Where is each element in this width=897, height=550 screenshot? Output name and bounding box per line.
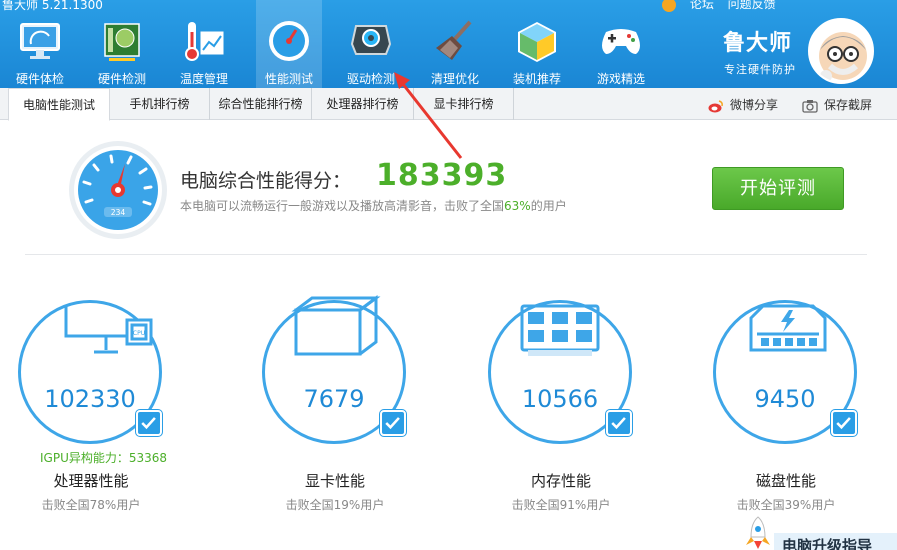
tab-pc-performance[interactable]: 电脑性能测试 bbox=[8, 88, 110, 121]
thermometer-icon bbox=[185, 22, 224, 61]
start-test-button[interactable]: 开始评测 bbox=[712, 167, 844, 210]
cpu-score: 102330 bbox=[44, 385, 136, 413]
brand-slogan: 专注硬件防护 bbox=[724, 63, 796, 76]
cpu-performance-card[interactable]: CPU 102330 处理器性能 击败全国78%用户 bbox=[0, 290, 186, 520]
memory-chip-icon bbox=[520, 304, 600, 356]
nav-temperature[interactable]: 温度管理 bbox=[164, 0, 244, 88]
disk-performance-card[interactable]: 9450 磁盘性能 击败全国39%用户 bbox=[691, 290, 881, 520]
gpu-desc: 击败全国19%用户 bbox=[285, 498, 385, 512]
upgrade-guide-label[interactable]: 电脑升级指导 bbox=[782, 535, 872, 550]
save-screenshot-button[interactable]: 保存截屏 bbox=[802, 96, 872, 113]
tab-phone-ranking[interactable]: 手机排行榜 bbox=[110, 88, 210, 120]
nav-hardware-checkup[interactable]: 硬件体检 bbox=[0, 0, 80, 88]
nav-label: 性能测试 bbox=[264, 72, 313, 86]
nav-build-recommend[interactable]: 装机推荐 bbox=[500, 0, 574, 88]
memory-desc: 击败全国91%用户 bbox=[511, 498, 611, 512]
brand-name: 鲁大师 bbox=[723, 31, 793, 56]
score-description: 本电脑可以流畅运行一般游戏以及播放高清影音，击败了全国63%的用户 bbox=[180, 197, 567, 214]
nav-clean-optimize[interactable]: 清理优化 bbox=[418, 0, 492, 88]
monitor-icon bbox=[20, 23, 60, 59]
save-screenshot-label: 保存截屏 bbox=[824, 98, 873, 112]
nav-hardware-detect[interactable]: 硬件检测 bbox=[82, 0, 162, 88]
mascot-icon bbox=[819, 32, 867, 82]
app-window: 鲁大师 5.21.1300 论坛 问题反馈 硬件体检 硬件检测 温度管理 性能测… bbox=[0, 0, 897, 550]
checkbox-icon[interactable] bbox=[136, 410, 162, 436]
gpu-performance-card[interactable]: 7679 显卡性能 击败全国19%用户 bbox=[240, 290, 430, 520]
gamepad-icon bbox=[602, 29, 640, 54]
weibo-share-button[interactable]: 微博分享 bbox=[708, 96, 778, 113]
score-desc-suffix: 的用户 bbox=[530, 199, 567, 213]
graphics-cube-icon bbox=[291, 295, 381, 356]
gpu-score: 7679 bbox=[303, 385, 365, 413]
score-desc-text: 本电脑可以流畅运行一般游戏以及播放高清影音，击败了全国 bbox=[180, 199, 505, 213]
disk-score: 9450 bbox=[754, 385, 816, 413]
cpu-monitor-icon: CPU bbox=[64, 306, 153, 354]
memory-score: 10566 bbox=[521, 385, 599, 413]
motherboard-icon bbox=[104, 23, 140, 61]
nav-label: 硬件体检 bbox=[15, 72, 64, 86]
tab-gpu-ranking[interactable]: 显卡排行榜 bbox=[414, 88, 514, 120]
memory-performance-card[interactable]: 10566 内存性能 击败全国91%用户 bbox=[466, 290, 656, 520]
nav-label: 装机推荐 bbox=[512, 72, 561, 86]
cpu-desc: 击败全国78%用户 bbox=[41, 498, 141, 512]
nav-label: 驱动检测 bbox=[346, 72, 395, 86]
disk-label: 磁盘性能 bbox=[755, 472, 816, 490]
score-value: 183393 bbox=[376, 158, 508, 193]
tab-cpu-ranking[interactable]: 处理器排行榜 bbox=[312, 88, 414, 120]
tab-overall-ranking[interactable]: 综合性能排行榜 bbox=[210, 88, 312, 120]
nav-driver-detect[interactable]: 驱动检测 bbox=[334, 0, 408, 88]
section-divider bbox=[25, 254, 867, 255]
sub-tab-bar: 电脑性能测试 手机排行榜 综合性能排行榜 处理器排行榜 显卡排行榜 微博分享 保… bbox=[0, 88, 897, 121]
nav-label: 温度管理 bbox=[179, 72, 228, 86]
svg-text:CPU: CPU bbox=[133, 330, 145, 337]
top-right-links: 论坛 问题反馈 bbox=[662, 0, 786, 12]
performance-gauge-icon: 234 bbox=[69, 141, 167, 239]
nav-game-picks[interactable]: 游戏精选 bbox=[582, 0, 660, 88]
mascot-avatar[interactable] bbox=[808, 18, 874, 84]
score-desc-percent: 63% bbox=[504, 199, 531, 213]
weibo-icon bbox=[708, 99, 723, 112]
memory-label: 内存性能 bbox=[530, 472, 591, 490]
camera-icon bbox=[802, 99, 818, 113]
disk-drive-icon bbox=[749, 304, 827, 352]
broom-icon bbox=[436, 20, 472, 60]
feedback-link[interactable]: 问题反馈 bbox=[728, 0, 776, 11]
gpu-label: 显卡性能 bbox=[304, 472, 365, 490]
cpu-label: 处理器性能 bbox=[53, 472, 129, 490]
checkbox-icon[interactable] bbox=[380, 410, 406, 436]
cube-icon bbox=[518, 22, 556, 62]
coin-icon[interactable] bbox=[662, 0, 676, 12]
igpu-score: IGPU异构能力：53368 bbox=[40, 451, 168, 465]
checkbox-icon[interactable] bbox=[831, 410, 857, 436]
speedometer-icon bbox=[269, 21, 309, 61]
nav-label: 游戏精选 bbox=[596, 72, 645, 86]
disk-desc: 击败全国39%用户 bbox=[736, 498, 836, 512]
weibo-share-label: 微博分享 bbox=[730, 98, 779, 112]
nav-label: 硬件检测 bbox=[97, 72, 146, 86]
gauge-readout: 234 bbox=[111, 208, 126, 217]
checkbox-icon[interactable] bbox=[606, 410, 632, 436]
nav-label: 清理优化 bbox=[430, 72, 479, 86]
driver-gear-icon bbox=[350, 25, 392, 55]
forum-link[interactable]: 论坛 bbox=[690, 0, 714, 11]
nav-performance-test[interactable]: 性能测试 bbox=[256, 0, 322, 88]
top-header: 鲁大师 5.21.1300 论坛 问题反馈 硬件体检 硬件检测 温度管理 性能测… bbox=[0, 0, 897, 88]
score-label: 电脑综合性能得分： bbox=[180, 170, 352, 192]
